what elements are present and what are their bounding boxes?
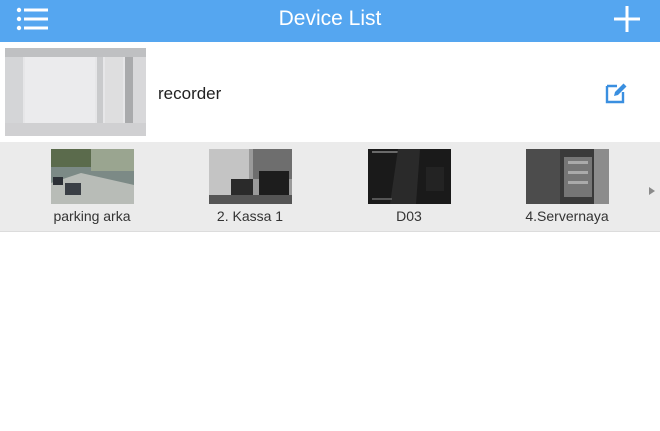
channel-thumbnail[interactable] (525, 149, 609, 204)
edit-pencil-icon[interactable] (604, 81, 628, 105)
chevron-right-icon[interactable] (647, 183, 657, 195)
channel-label: 4.Servernaya (525, 208, 609, 224)
device-row[interactable]: recorder (0, 42, 660, 142)
channel-item[interactable]: parking arka (27, 149, 157, 224)
channel-item[interactable]: 4.Servernaya (502, 149, 632, 224)
channel-thumbnail[interactable] (367, 149, 451, 204)
channel-thumbnail[interactable] (50, 149, 134, 204)
channel-item[interactable]: D03 (344, 149, 474, 224)
device-name: recorder (158, 84, 222, 103)
top-app-bar: Device List (0, 0, 660, 42)
device-thumbnail[interactable] (5, 48, 146, 136)
channel-label: D03 (396, 208, 422, 224)
channel-label: parking arka (53, 208, 131, 224)
channel-strip: parking arka 2. Kassa 1 D03 4.Servernaya (0, 142, 660, 232)
plus-icon[interactable] (612, 4, 642, 34)
channel-item[interactable]: 2. Kassa 1 (185, 149, 315, 224)
page-title: Device List (278, 7, 382, 30)
channel-label: 2. Kassa 1 (216, 208, 284, 224)
channel-thumbnail[interactable] (208, 149, 292, 204)
